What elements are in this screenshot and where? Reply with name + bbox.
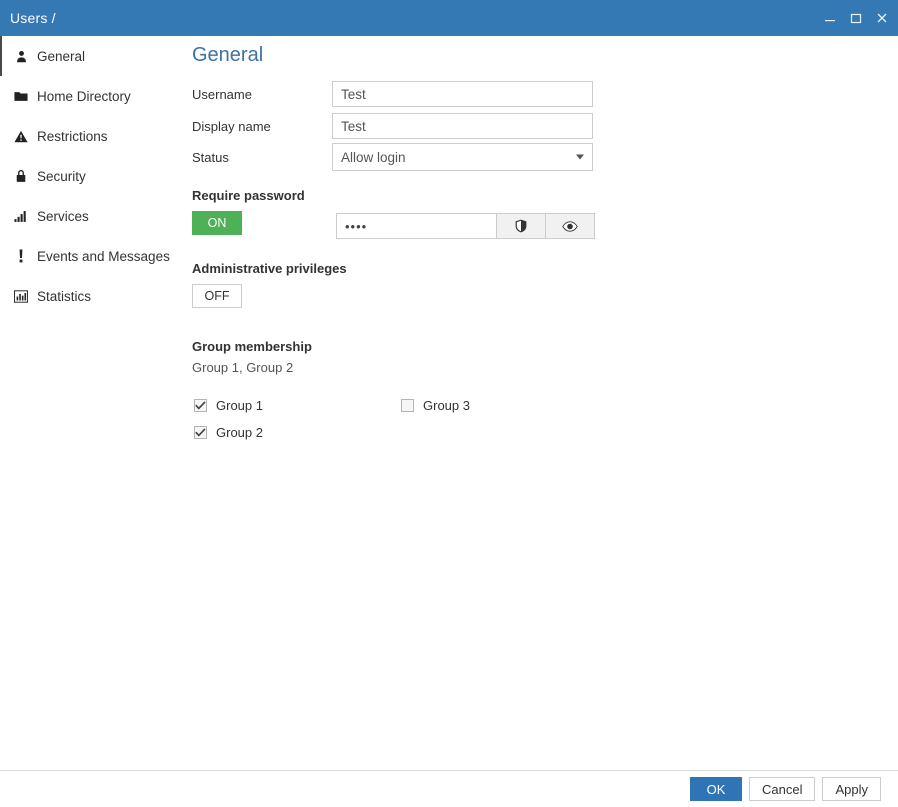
username-row: Username (192, 81, 593, 107)
status-row: Status Allow login (192, 143, 593, 171)
chevron-down-icon (576, 155, 584, 160)
dialog-footer: OK Cancel Apply (0, 770, 898, 807)
user-icon (13, 48, 29, 64)
sidebar-item-label: Services (37, 209, 89, 224)
eye-icon (562, 221, 578, 232)
maximize-icon[interactable] (848, 10, 864, 26)
title-bar: Users / (0, 0, 898, 36)
administrative-privileges-heading: Administrative privileges (192, 261, 347, 276)
window-controls (822, 10, 898, 26)
group-membership-heading: Group membership (192, 339, 312, 354)
checkbox-group-3[interactable] (401, 399, 414, 412)
display-name-row: Display name (192, 113, 593, 139)
group-label: Group 1 (216, 398, 263, 413)
page-title: General (192, 44, 263, 67)
username-input[interactable] (332, 81, 593, 107)
content-area: General Home Directory (0, 36, 898, 770)
password-field-group (336, 213, 595, 239)
sidebar-item-label: Events and Messages (37, 249, 170, 264)
sidebar-item-general[interactable]: General (0, 36, 185, 76)
lock-icon (13, 168, 29, 184)
minimize-icon[interactable] (822, 10, 838, 26)
require-password-heading: Require password (192, 188, 305, 203)
sidebar-item-label: Statistics (37, 289, 91, 304)
exclamation-icon (13, 248, 29, 264)
window-title: Users / (0, 10, 56, 26)
checkbox-group-1[interactable] (194, 399, 207, 412)
administrative-privileges-toggle[interactable]: OFF (192, 284, 242, 308)
signal-bars-icon (13, 208, 29, 224)
status-select[interactable]: Allow login (332, 143, 593, 171)
sidebar-item-events-and-messages[interactable]: Events and Messages (0, 236, 185, 276)
checkbox-group-2[interactable] (194, 426, 207, 439)
sidebar-item-label: Restrictions (37, 129, 108, 144)
username-label: Username (192, 87, 332, 102)
status-label: Status (192, 150, 332, 165)
main-panel: General Username Display name Status All… (185, 36, 898, 770)
sidebar-item-statistics[interactable]: Statistics (0, 276, 185, 316)
bar-chart-icon (13, 288, 29, 304)
sidebar-item-label: General (37, 49, 85, 64)
group-checkbox-row[interactable]: Group 3 (401, 396, 470, 414)
users-settings-window: Users / General (0, 0, 898, 807)
reveal-password-button[interactable] (546, 213, 595, 239)
apply-button[interactable]: Apply (822, 777, 881, 801)
sidebar-item-services[interactable]: Services (0, 196, 185, 236)
group-label: Group 3 (423, 398, 470, 413)
close-icon[interactable] (874, 10, 890, 26)
require-password-toggle[interactable]: ON (192, 211, 242, 235)
password-input[interactable] (336, 213, 497, 239)
sidebar-item-label: Home Directory (37, 89, 131, 104)
ok-button[interactable]: OK (690, 777, 742, 801)
group-checkbox-row[interactable]: Group 1 (194, 396, 263, 414)
sidebar-item-label: Security (37, 169, 86, 184)
sidebar-item-restrictions[interactable]: Restrictions (0, 116, 185, 156)
warning-triangle-icon (13, 128, 29, 144)
sidebar-item-security[interactable]: Security (0, 156, 185, 196)
status-select-value: Allow login (341, 150, 406, 165)
sidebar-item-home-directory[interactable]: Home Directory (0, 76, 185, 116)
shield-icon (515, 219, 527, 233)
group-membership-summary: Group 1, Group 2 (192, 360, 293, 375)
sidebar-nav: General Home Directory (0, 36, 185, 770)
display-name-input[interactable] (332, 113, 593, 139)
group-checkbox-row[interactable]: Group 2 (194, 423, 263, 441)
cancel-button[interactable]: Cancel (749, 777, 815, 801)
display-name-label: Display name (192, 119, 332, 134)
generate-password-button[interactable] (497, 213, 546, 239)
group-label: Group 2 (216, 425, 263, 440)
folder-icon (13, 88, 29, 104)
